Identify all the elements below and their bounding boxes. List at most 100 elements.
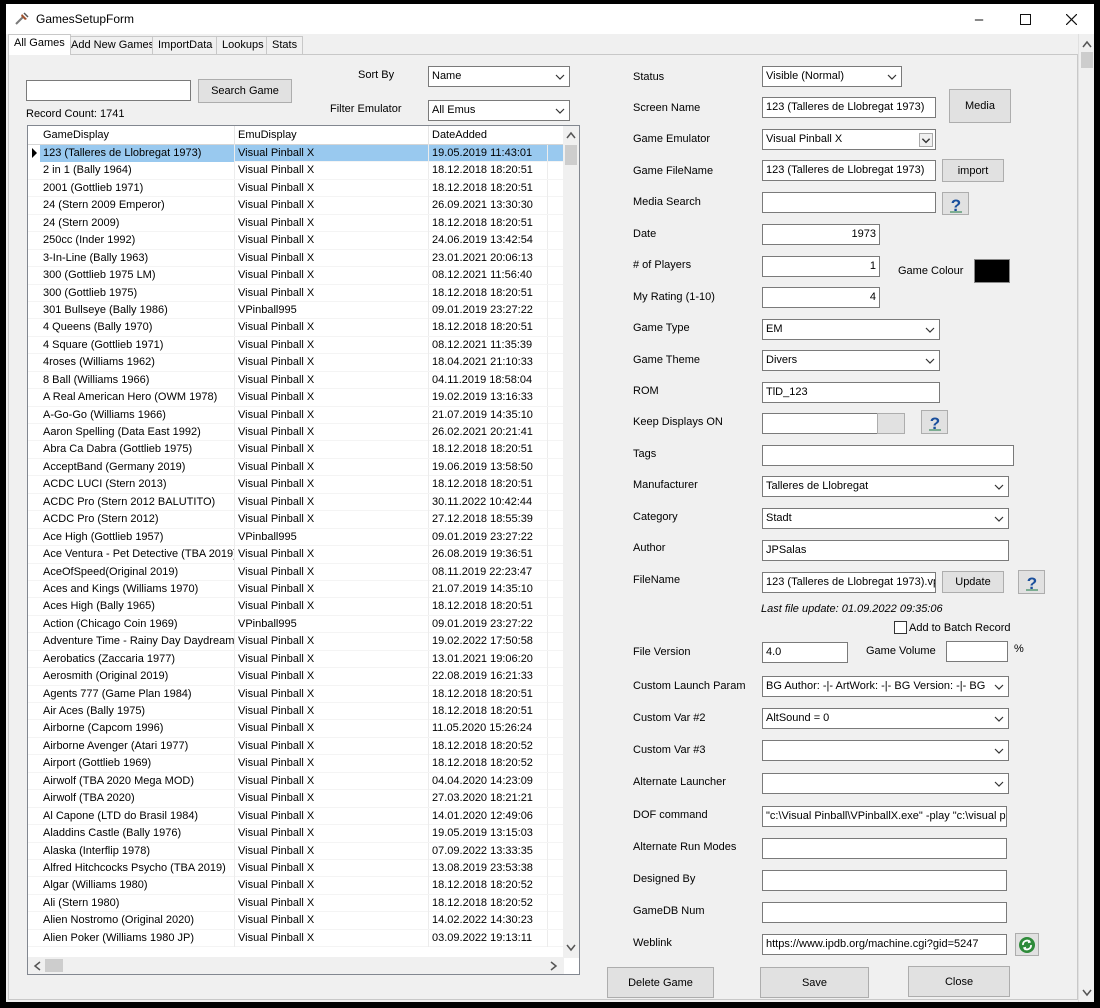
tab-all-games[interactable]: All Games <box>8 34 71 55</box>
cell-date-added[interactable]: 04.11.2019 18:58:04 <box>429 371 548 389</box>
cell-game-display[interactable]: Action (Chicago Coin 1969) <box>40 615 235 633</box>
table-row[interactable]: Agents 777 (Game Plan 1984) Visual Pinbal… <box>28 685 564 703</box>
media-search-help-button[interactable]: ? <box>942 192 969 215</box>
cell-emu-display[interactable]: Visual Pinball X <box>235 214 429 232</box>
custom-var2-select[interactable]: AltSound = 0 <box>762 708 1009 729</box>
row-header[interactable] <box>28 232 40 249</box>
cell-emu-display[interactable]: Visual Pinball X <box>235 894 429 912</box>
cell-date-added[interactable]: 18.04.2021 21:10:33 <box>429 354 548 372</box>
search-input[interactable] <box>26 80 191 101</box>
cell-date-added[interactable]: 09.01.2019 23:27:22 <box>429 528 548 546</box>
filename-input[interactable]: 123 (Talleres de Llobregat 1973).vpx <box>762 572 936 593</box>
table-row[interactable]: A-Go-Go (Williams 1966) Visual Pinball X2… <box>28 406 564 424</box>
cell-date-added[interactable]: 21.07.2019 14:35:10 <box>429 580 548 598</box>
cell-game-display[interactable]: A-Go-Go (Williams 1966) <box>40 406 235 424</box>
cell-date-added[interactable]: 18.12.2018 18:20:51 <box>429 703 548 720</box>
table-row[interactable]: Abra Ca Dabra (Gottlieb 1975) Visual Pinb… <box>28 441 564 459</box>
update-button[interactable]: Update <box>942 571 1004 593</box>
cell-date-added[interactable]: 07.09.2022 13:33:35 <box>429 842 548 860</box>
row-header[interactable] <box>28 668 40 685</box>
row-header[interactable] <box>28 389 40 406</box>
cell-game-display[interactable]: A Real American Hero (OWM 1978) <box>40 389 235 407</box>
cell-emu-display[interactable]: Visual Pinball X <box>235 859 429 877</box>
table-row[interactable]: Ace High (Gottlieb 1957) VPinball995 09.01… <box>28 528 564 547</box>
date-input[interactable]: 1973 <box>762 224 880 245</box>
table-row[interactable]: AceOfSpeed(Original 2019) Visual Pinball … <box>28 563 564 581</box>
tab-lookups[interactable]: Lookups <box>216 36 270 54</box>
cell-date-added[interactable]: 22.08.2019 16:21:33 <box>429 668 548 686</box>
table-row[interactable]: 8 Ball (Williams 1966) Visual Pinball X 04… <box>28 371 564 390</box>
table-row[interactable]: 301 Bullseye (Bally 1986) VPinball995 09.0… <box>28 301 564 320</box>
cell-emu-display[interactable]: Visual Pinball X <box>235 179 429 197</box>
row-header[interactable] <box>28 511 40 528</box>
cell-date-added[interactable]: 08.12.2021 11:56:40 <box>429 267 548 285</box>
table-row[interactable]: Action (Chicago Coin 1969) VPinball995 09.… <box>28 615 564 634</box>
grid-hscroll-thumb[interactable] <box>45 959 63 972</box>
cell-date-added[interactable]: 18.12.2018 18:20:52 <box>429 755 548 773</box>
cell-game-display[interactable]: Agents 777 (Game Plan 1984) <box>40 685 235 703</box>
game-colour-swatch[interactable] <box>974 259 1010 283</box>
cell-emu-display[interactable]: Visual Pinball X <box>235 546 429 564</box>
table-row[interactable]: Aerobatics (Zaccaria 1977) Visual Pinball… <box>28 650 564 669</box>
window-vertical-scrollbar[interactable] <box>1078 34 1094 1002</box>
cell-game-display[interactable]: 4 Queens (Bally 1970) <box>40 319 235 337</box>
cell-emu-display[interactable]: Visual Pinball X <box>235 284 429 302</box>
table-row[interactable]: 300 (Gottlieb 1975) Visual Pinball X 18.12… <box>28 284 564 302</box>
cell-emu-display[interactable]: Visual Pinball X <box>235 703 429 720</box>
game-type-select[interactable]: EM <box>762 319 940 340</box>
cell-emu-display[interactable]: Visual Pinball X <box>235 650 429 668</box>
cell-date-added[interactable]: 19.02.2022 17:50:58 <box>429 633 548 651</box>
table-row[interactable]: Alien Nostromo (Original 2020) Visual Pin… <box>28 912 564 930</box>
game-volume-input[interactable] <box>946 641 1008 662</box>
cell-emu-display[interactable]: Visual Pinball X <box>235 319 429 337</box>
cell-emu-display[interactable]: Visual Pinball X <box>235 912 429 930</box>
cell-game-display[interactable]: ACDC LUCI (Stern 2013) <box>40 476 235 494</box>
filter-emulator-select[interactable]: All Emus <box>428 100 570 121</box>
cell-date-added[interactable]: 26.08.2019 19:36:51 <box>429 546 548 564</box>
table-row[interactable]: Airwolf (TBA 2020) Visual Pinball X 27.03.… <box>28 790 564 808</box>
row-header[interactable] <box>28 877 40 894</box>
cell-game-display[interactable]: 24 (Stern 2009 Emperor) <box>40 197 235 215</box>
cell-emu-display[interactable]: Visual Pinball X <box>235 441 429 459</box>
delete-game-button[interactable]: Delete Game <box>607 967 714 998</box>
cell-emu-display[interactable]: Visual Pinball X <box>235 476 429 494</box>
table-row[interactable]: Airborne Avenger (Atari 1977) Visual Pinb… <box>28 737 564 756</box>
cell-date-added[interactable]: 18.12.2018 18:20:51 <box>429 685 548 703</box>
close-window-button[interactable] <box>1048 4 1094 34</box>
cell-game-display[interactable]: 3-In-Line (Bally 1963) <box>40 249 235 267</box>
row-header[interactable] <box>28 825 40 842</box>
designed-by-input[interactable] <box>762 870 1007 891</box>
table-row[interactable]: Ali (Stern 1980) Visual Pinball X 18.12.20… <box>28 894 564 913</box>
cell-game-display[interactable]: 2 in 1 (Bally 1964) <box>40 162 235 180</box>
cell-emu-display[interactable]: Visual Pinball X <box>235 162 429 180</box>
table-row[interactable]: Airport (Gottlieb 1969) Visual Pinball X1… <box>28 755 564 773</box>
table-row[interactable]: Algar (Williams 1980) Visual Pinball X 18.… <box>28 877 564 895</box>
cell-date-added[interactable]: 18.12.2018 18:20:52 <box>429 737 548 755</box>
weblink-input[interactable]: https://www.ipdb.org/machine.cgi?gid=524… <box>762 934 1007 955</box>
cell-date-added[interactable]: 13.01.2021 19:06:20 <box>429 650 548 668</box>
cell-game-display[interactable]: ACDC Pro (Stern 2012 BALUTITO) <box>40 493 235 511</box>
cell-emu-display[interactable]: Visual Pinball X <box>235 511 429 529</box>
cell-game-display[interactable]: Airborne Avenger (Atari 1977) <box>40 737 235 755</box>
cell-emu-display[interactable]: VPinball995 <box>235 528 429 546</box>
cell-emu-display[interactable]: VPinball995 <box>235 301 429 319</box>
cell-game-display[interactable]: Algar (Williams 1980) <box>40 877 235 895</box>
table-row[interactable]: 300 (Gottlieb 1975 LM) Visual Pinball X 08… <box>28 267 564 285</box>
cell-emu-display[interactable]: Visual Pinball X <box>235 929 429 947</box>
cell-date-added[interactable]: 13.08.2019 23:53:38 <box>429 859 548 877</box>
table-row[interactable]: 2 in 1 (Bally 1964) Visual Pinball X 18.12… <box>28 162 564 180</box>
close-button[interactable]: Close <box>908 966 1010 997</box>
row-header[interactable] <box>28 790 40 807</box>
cell-emu-display[interactable]: Visual Pinball X <box>235 493 429 511</box>
row-header[interactable] <box>28 773 40 790</box>
category-select[interactable]: Stadt <box>762 508 1009 529</box>
cell-game-display[interactable]: Airwolf (TBA 2020) <box>40 790 235 808</box>
import-button[interactable]: import <box>942 159 1004 182</box>
cell-date-added[interactable]: 14.01.2020 12:49:06 <box>429 807 548 825</box>
cell-date-added[interactable]: 30.11.2022 10:42:44 <box>429 493 548 511</box>
cell-date-added[interactable]: 19.05.2019 13:15:03 <box>429 825 548 843</box>
cell-game-display[interactable]: 250cc (Inder 1992) <box>40 232 235 250</box>
cell-game-display[interactable]: Airwolf (TBA 2020 Mega MOD) <box>40 772 235 790</box>
cell-emu-display[interactable]: Visual Pinball X <box>235 598 429 616</box>
cell-date-added[interactable]: 18.12.2018 18:20:52 <box>429 877 548 895</box>
